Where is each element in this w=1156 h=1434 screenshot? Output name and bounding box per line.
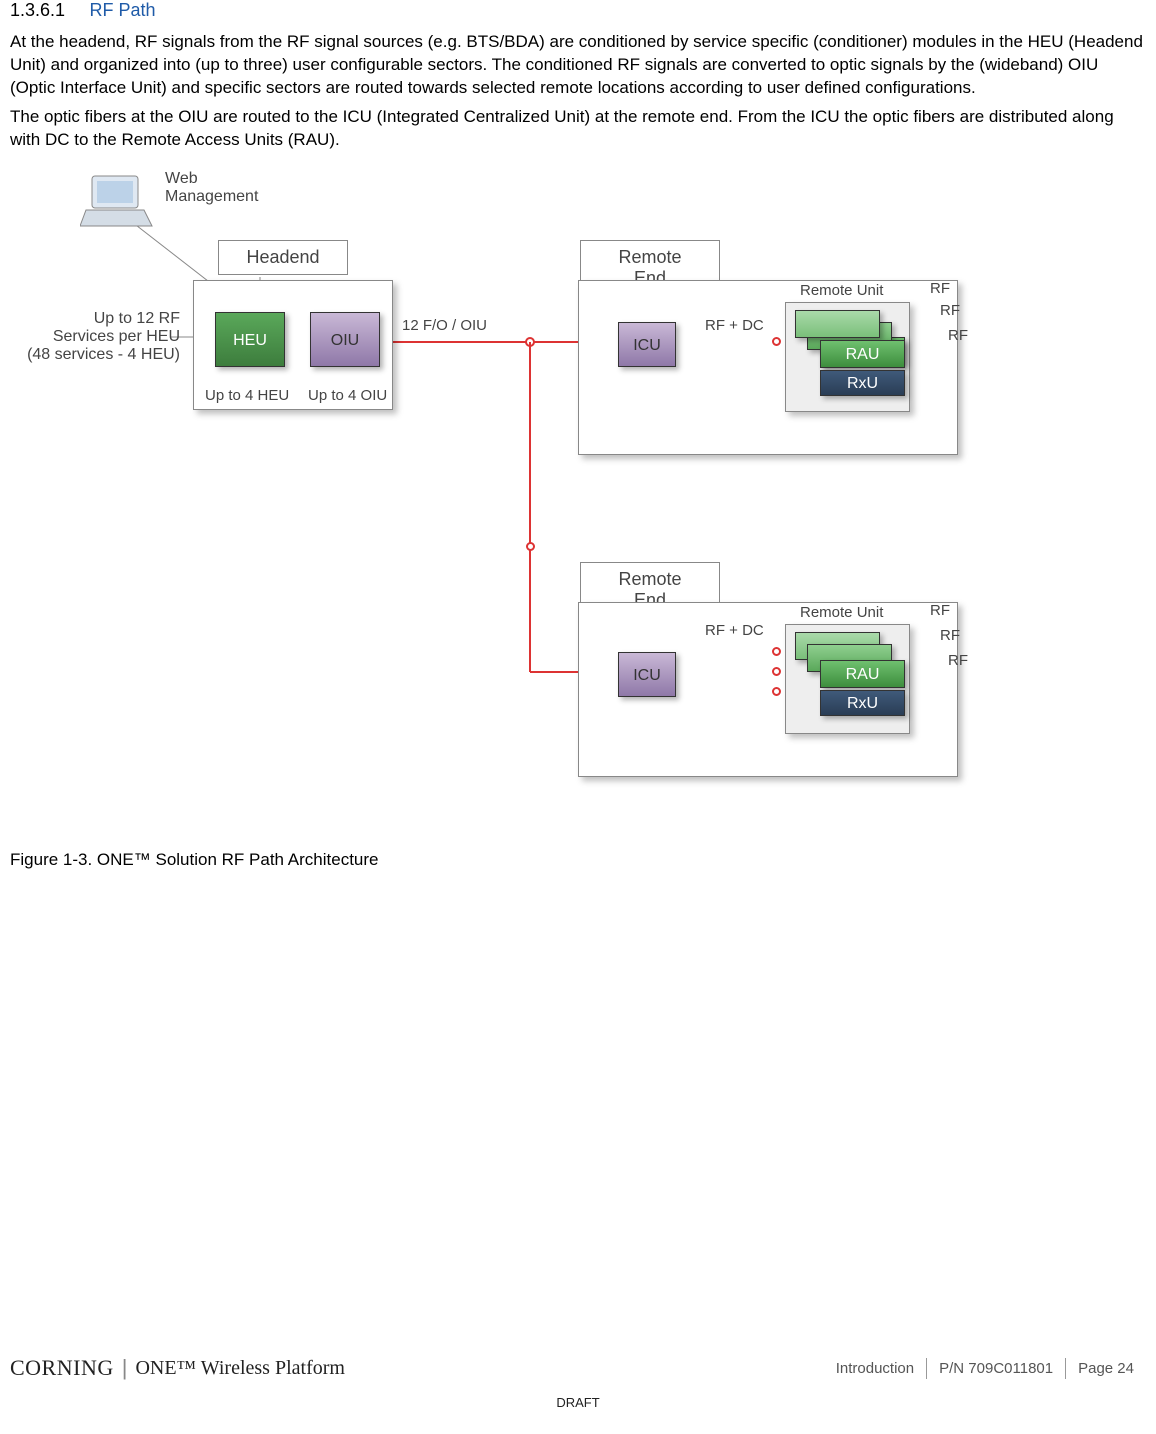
rf-label-1b: RF — [940, 302, 960, 319]
rau-block-bg2 — [795, 310, 880, 338]
rf-label-2a: RF — [930, 602, 950, 619]
up-to-4-heu-label: Up to 4 HEU — [205, 387, 289, 404]
rau-block-front-1: RAU — [820, 340, 905, 368]
page-footer: CORNING | ONE™ Wireless Platform Introdu… — [0, 1355, 1156, 1410]
rf-dc-label-1: RF + DC — [705, 317, 764, 334]
paragraph-1: At the headend, RF signals from the RF s… — [10, 31, 1146, 100]
figure-caption: Figure 1-3. ONE™ Solution RF Path Archit… — [10, 850, 1146, 870]
draft-watermark: DRAFT — [10, 1395, 1146, 1410]
services-label: Up to 12 RF Services per HEU (48 service… — [20, 310, 180, 364]
connector-dot — [772, 337, 781, 346]
oiu-block: OIU — [310, 312, 380, 367]
headend-tab: Headend — [218, 240, 348, 275]
rxu-block-2: RxU — [820, 690, 905, 716]
brand-separator: | — [122, 1355, 128, 1381]
heu-block: HEU — [215, 312, 285, 367]
section-number: 1.3.6.1 — [10, 0, 65, 20]
remote-unit-label-2: Remote Unit — [800, 604, 883, 621]
rf-label-2b: RF — [940, 627, 960, 644]
rf-dc-label-2: RF + DC — [705, 622, 764, 639]
rf-label-2c: RF — [948, 652, 968, 669]
brand-one-platform: ONE™ Wireless Platform — [135, 1357, 345, 1380]
footer-introduction: Introduction — [824, 1358, 926, 1379]
icu-block-1: ICU — [618, 322, 676, 367]
footer-part-number: P/N 709C011801 — [926, 1358, 1065, 1379]
connector-dot-mid — [526, 542, 535, 551]
paragraph-2: The optic fibers at the OIU are routed t… — [10, 106, 1146, 152]
rf-label-1a: RF — [930, 280, 950, 297]
rau-block-front-2: RAU — [820, 660, 905, 688]
remote-unit-label-1: Remote Unit — [800, 282, 883, 299]
footer-page-number: Page 24 — [1065, 1358, 1146, 1379]
rf-path-diagram: Web Management Headend Up to 12 RF Servi… — [10, 162, 970, 842]
icu-block-2: ICU — [618, 652, 676, 697]
brand-corning: CORNING — [10, 1355, 114, 1381]
laptop-icon — [80, 174, 158, 234]
rf-label-1c: RF — [948, 327, 968, 344]
rxu-block-1: RxU — [820, 370, 905, 396]
brand-block: CORNING | ONE™ Wireless Platform — [10, 1355, 345, 1381]
connector-dot-2a — [772, 647, 781, 656]
connector-dot-2b — [772, 667, 781, 676]
fo-per-oiu-label: 12 F/O / OIU — [402, 317, 487, 334]
up-to-4-oiu-label: Up to 4 OIU — [308, 387, 387, 404]
connector-dot-2c — [772, 687, 781, 696]
section-title: RF Path — [90, 0, 156, 20]
web-management-label: Web Management — [165, 170, 258, 206]
